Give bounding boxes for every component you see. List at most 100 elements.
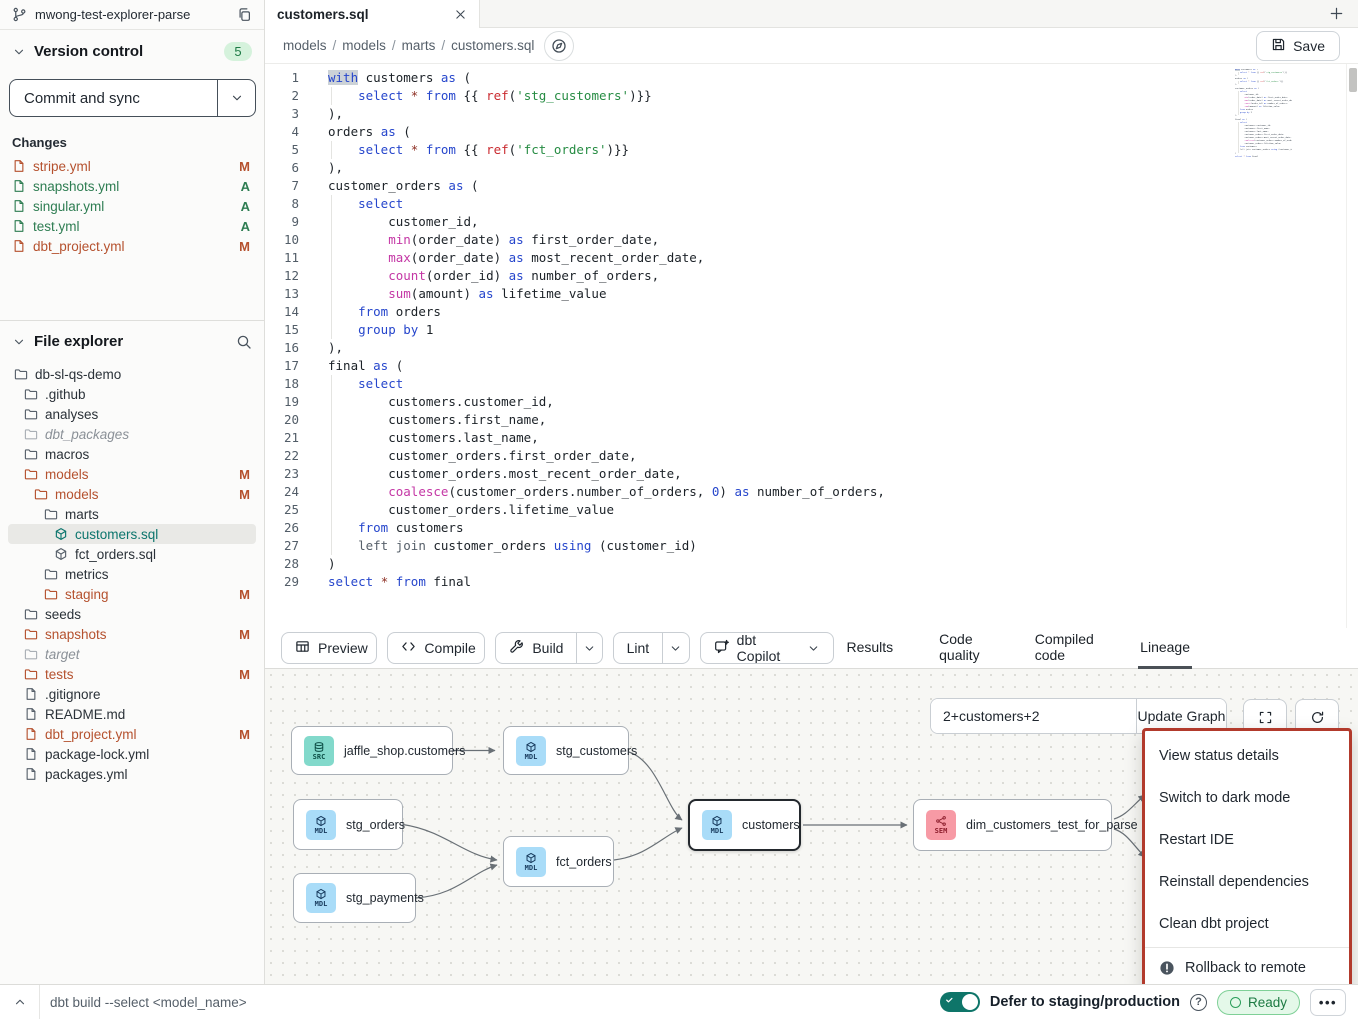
tab-compiled-code[interactable]: Compiled code <box>1033 628 1096 669</box>
lineage-search-input[interactable] <box>931 699 1136 733</box>
defer-toggle[interactable] <box>940 992 980 1012</box>
tab-code-quality[interactable]: Code quality <box>937 628 991 669</box>
breadcrumb-part[interactable]: marts <box>402 38 436 53</box>
node-label: stg_customers <box>556 744 637 758</box>
dbt-copilot-button[interactable]: dbt Copilot <box>700 632 835 664</box>
tree-item-name: snapshots <box>45 627 107 642</box>
tree-item-macros[interactable]: macros <box>8 444 256 464</box>
tab-lineage[interactable]: Lineage <box>1138 628 1192 669</box>
chevron-down-icon[interactable] <box>576 633 601 663</box>
project-name: mwong-test-explorer-parse <box>35 7 190 22</box>
tree-item-seeds[interactable]: seeds <box>8 604 256 624</box>
minimap[interactable]: with customers as ( select * from {{ ref… <box>1235 69 1292 159</box>
tree-item-staging[interactable]: stagingM <box>8 584 256 604</box>
change-item[interactable]: dbt_project.ymlM <box>0 236 264 256</box>
copy-icon[interactable] <box>237 7 252 22</box>
tree-item-name: macros <box>45 447 89 462</box>
tree-item-dbt-project-yml[interactable]: dbt_project.ymlM <box>8 724 256 744</box>
menu-item-rollback-to-remote[interactable]: Rollback to remote <box>1145 948 1349 984</box>
change-item[interactable]: snapshots.ymlA <box>0 176 264 196</box>
chevron-down-icon[interactable] <box>12 45 26 59</box>
breadcrumb-part[interactable]: models <box>342 38 386 53</box>
menu-item-view-status-details[interactable]: View status details <box>1145 735 1349 777</box>
command-placeholder[interactable]: dbt build --select <model_name> <box>50 995 247 1010</box>
explore-compass-button[interactable] <box>544 31 574 61</box>
chevron-down-icon[interactable] <box>12 335 26 349</box>
code-line: customer_orders.most_recent_order_date, <box>328 465 1358 483</box>
breadcrumb-part[interactable]: models <box>283 38 327 53</box>
folder-icon <box>44 587 58 601</box>
status-bar: dbt build --select <model_name> Defer to… <box>0 984 1358 1019</box>
chevron-down-icon[interactable] <box>662 633 689 663</box>
lineage-node-stg-payments[interactable]: MDLstg_payments <box>293 873 416 923</box>
tree-item-tests[interactable]: testsM <box>8 664 256 684</box>
lineage-node-fct-orders[interactable]: MDLfct_orders <box>503 836 614 887</box>
lineage-node-customers[interactable]: MDLcustomers <box>688 799 801 851</box>
mdl-badge-icon: MDL <box>306 883 336 913</box>
menu-item-restart-ide[interactable]: Restart IDE <box>1145 819 1349 861</box>
code-editor[interactable]: 1234567891011121314151617181920212223242… <box>265 64 1358 628</box>
preview-button[interactable]: Preview <box>281 632 377 664</box>
tree-item-metrics[interactable]: metrics <box>8 564 256 584</box>
tree-item-packages-yml[interactable]: packages.yml <box>8 764 256 784</box>
tree-item-customers-sql[interactable]: customers.sql <box>8 524 256 544</box>
change-file-name: singular.yml <box>33 199 104 214</box>
tree-item-readme-md[interactable]: README.md <box>8 704 256 724</box>
expand-command-bar-chevron[interactable] <box>0 985 40 1019</box>
save-label: Save <box>1293 38 1325 54</box>
line-number: 25 <box>265 501 299 519</box>
commit-options-chevron[interactable] <box>217 80 255 116</box>
lineage-node-jaffle-shop-customers[interactable]: SRCjaffle_shop.customers <box>291 726 453 775</box>
breadcrumb-part[interactable]: customers.sql <box>451 38 534 53</box>
tree-item-name: staging <box>65 587 109 602</box>
tree-item-target[interactable]: target <box>8 644 256 664</box>
tree-item-db-sl-qs-demo[interactable]: db-sl-qs-demo <box>8 364 256 384</box>
tree-item--github[interactable]: .github <box>8 384 256 404</box>
search-icon[interactable] <box>236 334 252 350</box>
change-item[interactable]: test.ymlA <box>0 216 264 236</box>
changes-count-badge: 5 <box>224 42 252 61</box>
tree-item-analyses[interactable]: analyses <box>8 404 256 424</box>
file-icon <box>12 199 26 213</box>
lint-button[interactable]: Lint <box>613 632 690 664</box>
commit-and-sync-button[interactable]: Commit and sync <box>9 79 256 117</box>
scrollbar-thumb[interactable] <box>1349 68 1357 92</box>
tree-item-package-lock-yml[interactable]: package-lock.yml <box>8 744 256 764</box>
code-area[interactable]: with customers as ( select * from {{ ref… <box>315 64 1358 628</box>
tree-item-fct-orders-sql[interactable]: fct_orders.sql <box>8 544 256 564</box>
tree-item-marts[interactable]: marts <box>8 504 256 524</box>
change-item[interactable]: singular.ymlA <box>0 196 264 216</box>
editor-scrollbar[interactable] <box>1346 64 1358 628</box>
change-file-name: snapshots.yml <box>33 179 119 194</box>
menu-item-clean-dbt-project[interactable]: Clean dbt project <box>1145 903 1349 945</box>
menu-item-reinstall-dependencies[interactable]: Reinstall dependencies <box>1145 861 1349 903</box>
tab-customers-sql[interactable]: customers.sql <box>265 0 480 28</box>
tree-item-name: models <box>55 487 99 502</box>
help-icon[interactable]: ? <box>1190 994 1207 1011</box>
line-number: 28 <box>265 555 299 573</box>
more-options-button[interactable]: ••• <box>1310 989 1346 1016</box>
tree-item-models[interactable]: modelsM <box>8 484 256 504</box>
tree-item-dbt-packages[interactable]: dbt_packages <box>8 424 256 444</box>
menu-item-switch-to-dark-mode[interactable]: Switch to dark mode <box>1145 777 1349 819</box>
close-icon[interactable] <box>454 8 467 21</box>
tree-item--gitignore[interactable]: .gitignore <box>8 684 256 704</box>
tree-item-name: marts <box>65 507 99 522</box>
compile-button[interactable]: Compile <box>387 632 485 664</box>
node-label: stg_orders <box>346 818 405 832</box>
lineage-node-stg-customers[interactable]: MDLstg_customers <box>503 726 629 775</box>
save-button[interactable]: Save <box>1256 31 1340 61</box>
change-item[interactable]: stripe.ymlM <box>0 156 264 176</box>
code-line: group by 1 <box>328 321 1358 339</box>
lineage-node-stg-orders[interactable]: MDLstg_orders <box>293 799 403 850</box>
lineage-node-dim-customers-test-for-parse[interactable]: SEMdim_customers_test_for_parse <box>913 799 1112 851</box>
tab-results[interactable]: Results <box>844 628 895 669</box>
tree-item-snapshots[interactable]: snapshotsM <box>8 624 256 644</box>
build-button[interactable]: Build <box>495 632 602 664</box>
file-explorer-title: File explorer <box>34 333 123 350</box>
file-icon <box>24 727 38 741</box>
code-line: ), <box>328 105 1358 123</box>
new-tab-plus-icon[interactable] <box>1329 6 1344 21</box>
dbt-cloud-ide: mwong-test-explorer-parse Version contro… <box>0 0 1358 1019</box>
tree-item-models[interactable]: modelsM <box>8 464 256 484</box>
